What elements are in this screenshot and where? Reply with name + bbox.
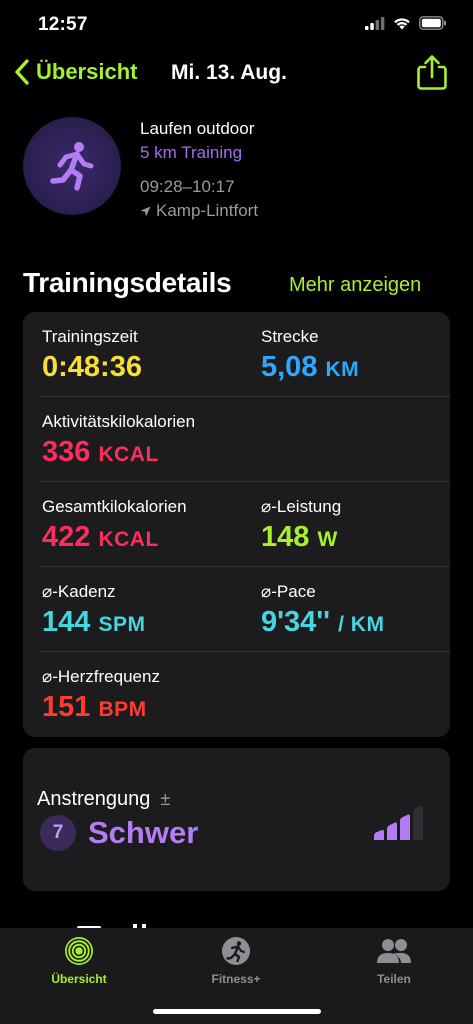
tab-label: Übersicht xyxy=(51,972,107,986)
tab-sharing[interactable]: Teilen xyxy=(334,936,454,986)
metric-unit: BPM xyxy=(98,698,147,721)
section-title: Trainingsdetails xyxy=(23,267,232,298)
metric-number: 151 xyxy=(42,691,91,723)
workout-location-label: Kamp-Lintfort xyxy=(156,201,259,220)
metric-pace: ⌀-Pace 9'34'' / KM xyxy=(261,582,384,639)
page-title: Mi. 13. Aug. xyxy=(171,61,287,84)
metric-number: 9'34'' xyxy=(261,606,331,638)
metric-label: ⌀-Pace xyxy=(261,582,316,601)
effort-title: Anstrengung xyxy=(37,788,151,810)
share-icon xyxy=(417,55,447,90)
metric-cadence: ⌀-Kadenz 144 SPM xyxy=(42,582,145,639)
effort-card[interactable]: Anstrengung ± 7 Schwer xyxy=(23,748,450,891)
show-more-link[interactable]: Mehr anzeigen xyxy=(289,274,421,297)
metric-label: ⌀-Leistung xyxy=(261,497,342,516)
divider xyxy=(41,481,450,482)
metric-number: 5,08 xyxy=(261,351,318,383)
tab-label: Fitness+ xyxy=(211,972,261,986)
metric-distance: Strecke 5,08 KM xyxy=(261,327,359,384)
metric-label: ⌀-Kadenz xyxy=(42,582,116,601)
metric-power: ⌀-Leistung 148 W xyxy=(261,497,341,554)
metric-label: Gesamtkilokalorien xyxy=(42,497,187,516)
workout-time-range: 09:28–10:17 xyxy=(140,177,235,196)
training-details-card: Trainingszeit 0:48:36 Strecke 5,08 KM Ak… xyxy=(23,312,450,737)
metric-label: Trainingszeit xyxy=(42,327,138,346)
metric-label: ⌀-Herzfrequenz xyxy=(42,667,160,686)
fitness-plus-icon xyxy=(222,937,250,965)
home-indicator[interactable] xyxy=(153,1009,321,1014)
workout-location: Kamp-Lintfort xyxy=(140,201,258,221)
people-icon xyxy=(377,939,411,963)
metric-duration: Trainingszeit 0:48:36 xyxy=(42,327,142,384)
metric-unit: / KM xyxy=(338,613,385,636)
wifi-icon xyxy=(394,17,410,29)
metric-unit: KM xyxy=(325,358,360,381)
divider xyxy=(41,396,450,397)
workout-subtitle: 5 km Training xyxy=(140,143,243,162)
tab-overview[interactable]: Übersicht xyxy=(19,936,139,986)
divider xyxy=(41,566,450,567)
metric-number: 0:48:36 xyxy=(42,351,142,383)
effort-level-badge: 7 xyxy=(40,815,76,851)
metric-value: 9'34'' / KM xyxy=(261,606,384,639)
metric-unit: W xyxy=(317,528,338,551)
metric-label: Aktivitätskilokalorien xyxy=(42,412,196,431)
metric-number: 422 xyxy=(42,521,91,553)
metric-unit: KCAL xyxy=(98,528,159,551)
status-icons xyxy=(365,16,447,30)
metric-value: 144 SPM xyxy=(42,606,145,639)
metric-heart-rate: ⌀-Herzfrequenz 151 BPM xyxy=(42,667,160,724)
metric-value: 151 BPM xyxy=(42,691,160,724)
metric-number: 148 xyxy=(261,521,310,553)
metric-label: Strecke xyxy=(261,327,319,346)
metric-total-kcal: Gesamtkilokalorien 422 KCAL xyxy=(42,497,187,554)
share-button[interactable] xyxy=(414,53,450,98)
workout-type-avatar xyxy=(23,117,121,215)
metric-value: 422 KCAL xyxy=(42,521,187,554)
divider xyxy=(41,651,450,652)
metric-number: 144 xyxy=(42,606,91,638)
effort-label: Schwer xyxy=(88,815,199,850)
metric-unit: KCAL xyxy=(98,443,159,466)
back-button[interactable]: Übersicht xyxy=(14,58,137,86)
metric-unit: SPM xyxy=(98,613,146,636)
tab-fitness-plus[interactable]: Fitness+ xyxy=(176,936,296,986)
running-figure-icon xyxy=(50,142,94,191)
tab-label: Teilen xyxy=(377,972,411,986)
battery-icon xyxy=(419,16,446,30)
effort-bars-icon xyxy=(374,805,423,840)
location-arrow-icon xyxy=(140,206,151,216)
cellular-signal-icon xyxy=(365,16,385,30)
status-time: 12:57 xyxy=(38,14,88,35)
metric-value: 148 W xyxy=(261,521,341,554)
effort-heading: Anstrengung ± xyxy=(37,788,170,811)
effort-rating: 7 Schwer xyxy=(40,815,198,851)
metric-value: 0:48:36 xyxy=(42,351,142,384)
workout-title: Laufen outdoor xyxy=(140,119,255,138)
metric-active-kcal: Aktivitätskilokalorien 336 KCAL xyxy=(42,412,195,469)
metric-value: 5,08 KM xyxy=(261,351,359,384)
chevron-left-icon xyxy=(15,59,29,85)
plus-minus-icon: ± xyxy=(160,789,171,809)
back-label: Übersicht xyxy=(36,59,138,84)
metric-value: 336 KCAL xyxy=(42,436,195,469)
activity-rings-icon xyxy=(65,937,93,965)
metric-number: 336 xyxy=(42,436,91,468)
